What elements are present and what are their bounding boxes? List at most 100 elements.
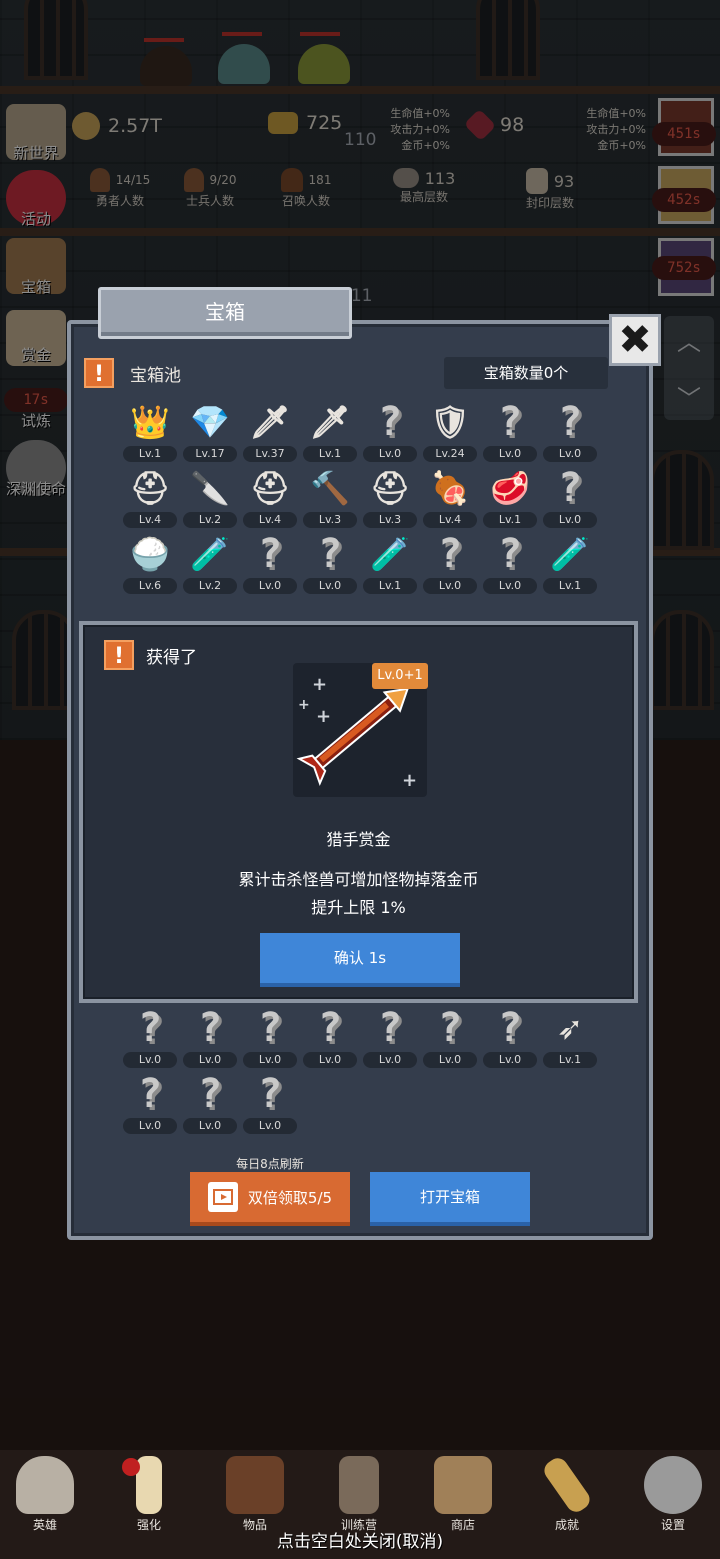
item-level: Lv.0 xyxy=(363,1052,417,1068)
item-level: Lv.0 xyxy=(123,1118,177,1134)
close-button[interactable]: ✖ xyxy=(609,314,661,366)
description-line: 累计击杀怪兽可增加怪物掉落金币 xyxy=(238,870,479,889)
pool-item-cell[interactable]: ? Lv.0 xyxy=(180,1006,240,1072)
unknown-icon: ? xyxy=(317,531,343,577)
item-level: Lv.1 xyxy=(123,446,177,462)
unknown-icon: ? xyxy=(197,1005,223,1051)
double-claim-button[interactable]: 双倍领取5/5 xyxy=(190,1172,350,1226)
item-level: Lv.0 xyxy=(543,446,597,462)
pool-item-cell[interactable]: ? Lv.0 xyxy=(360,400,420,466)
pool-item-cell[interactable]: ? Lv.0 xyxy=(300,532,360,598)
pool-item-cell[interactable]: 🍚 Lv.6 xyxy=(120,532,180,598)
sword-icon: 🗡 xyxy=(309,403,351,441)
confirm-button[interactable]: 确认 1s xyxy=(260,933,460,987)
diamond-icon: 💎 xyxy=(190,403,230,441)
pool-item-cell[interactable]: ? Lv.0 xyxy=(540,466,600,532)
pool-item-cell[interactable]: ? Lv.0 xyxy=(300,1006,360,1072)
item-level: Lv.0 xyxy=(123,1052,177,1068)
pool-item-cell[interactable]: ⛑ Lv.4 xyxy=(120,466,180,532)
item-level: Lv.0 xyxy=(483,578,537,594)
item-level: Lv.0 xyxy=(543,512,597,528)
lantern-icon xyxy=(339,1456,379,1514)
pool-item-cell[interactable]: 🗡 Lv.1 xyxy=(300,400,360,466)
nav-hero[interactable]: 英雄 xyxy=(0,1456,90,1533)
unknown-icon: ? xyxy=(557,465,583,511)
nav-settings[interactable]: 设置 xyxy=(628,1456,718,1533)
pool-item-cell[interactable]: 🔪 Lv.2 xyxy=(180,466,240,532)
item-level: Lv.1 xyxy=(543,1052,597,1068)
crown-icon: 👑 xyxy=(130,403,170,441)
chest-count: 宝箱数量0个 xyxy=(444,357,608,389)
pool-item-cell[interactable]: ? Lv.0 xyxy=(480,532,540,598)
pool-item-cell[interactable]: ? Lv.0 xyxy=(420,1006,480,1072)
panel-title: 宝箱 xyxy=(98,287,352,339)
item-level: Lv.0 xyxy=(243,1118,297,1134)
pool-item-cell[interactable]: 🥩 Lv.1 xyxy=(480,466,540,532)
pool-item-cell[interactable]: ? Lv.0 xyxy=(480,1006,540,1072)
pool-item-cell[interactable]: 🧪 Lv.2 xyxy=(180,532,240,598)
item-level: Lv.24 xyxy=(423,446,477,462)
play-icon xyxy=(212,1189,233,1205)
pool-item-cell[interactable]: ? Lv.0 xyxy=(420,532,480,598)
unknown-icon: ? xyxy=(377,399,403,445)
pool-item-cell[interactable]: ? Lv.0 xyxy=(480,400,540,466)
nav-items[interactable]: 物品 xyxy=(210,1456,300,1533)
unknown-icon: ? xyxy=(377,1005,403,1051)
pool-item-cell[interactable]: ? Lv.0 xyxy=(240,532,300,598)
pool-item-cell[interactable]: 👑 Lv.1 xyxy=(120,400,180,466)
yellow-potion-icon: 🧪 xyxy=(190,535,230,573)
nav-shop[interactable]: 商店 xyxy=(418,1456,508,1533)
beer-mug-icon xyxy=(434,1456,492,1514)
nav-achievement[interactable]: 成就 xyxy=(522,1454,612,1533)
pool-item-cell[interactable]: 💎 Lv.17 xyxy=(180,400,240,466)
item-level: Lv.1 xyxy=(363,578,417,594)
great-helm-icon: ⛑ xyxy=(369,469,411,507)
pool-item-cell[interactable]: ? Lv.0 xyxy=(240,1006,300,1072)
pool-item-cell[interactable]: ? Lv.0 xyxy=(120,1072,180,1138)
video-ad-icon xyxy=(207,1182,238,1212)
sparkle-icon: + xyxy=(316,706,332,727)
arrow-icon: ➶ xyxy=(556,1009,584,1047)
armor-icon: 🛡 xyxy=(429,403,471,441)
item-level: Lv.0 xyxy=(183,1118,237,1134)
description-line: 提升上限 1% xyxy=(311,898,406,917)
flour-sack-icon: 🍚 xyxy=(130,535,170,573)
unknown-icon: ? xyxy=(257,531,283,577)
item-level: Lv.0 xyxy=(423,1052,477,1068)
item-level: Lv.0 xyxy=(303,1052,357,1068)
pool-item-cell[interactable]: 🍖 Lv.4 xyxy=(420,466,480,532)
pool-item-cell[interactable]: 🛡 Lv.24 xyxy=(420,400,480,466)
item-level: Lv.0 xyxy=(483,446,537,462)
unknown-icon: ? xyxy=(257,1005,283,1051)
open-chest-button[interactable]: 打开宝箱 xyxy=(370,1172,530,1226)
unknown-icon: ? xyxy=(137,1005,163,1051)
item-level: Lv.4 xyxy=(423,512,477,528)
unknown-icon: ? xyxy=(257,1071,283,1117)
unknown-icon: ? xyxy=(497,399,523,445)
pool-item-cell[interactable]: ⛑ Lv.4 xyxy=(240,466,300,532)
close-hint[interactable]: 点击空白处关闭(取消) xyxy=(0,1527,720,1552)
pool-item-cell[interactable]: ? Lv.0 xyxy=(540,400,600,466)
sparkle-icon: + xyxy=(312,674,328,695)
pool-item-cell[interactable]: ➶ Lv.1 xyxy=(540,1006,600,1072)
nav-training[interactable]: 训练营 xyxy=(314,1456,404,1533)
nav-enhance[interactable]: 强化 xyxy=(104,1456,194,1533)
pool-item-cell[interactable]: 🧪 Lv.1 xyxy=(360,532,420,598)
item-level: Lv.3 xyxy=(303,512,357,528)
blue-potion-icon: 🧪 xyxy=(550,535,590,573)
pool-item-cell[interactable]: ? Lv.0 xyxy=(240,1072,300,1138)
reward-title: 获得了 xyxy=(146,647,197,668)
item-level: Lv.4 xyxy=(123,512,177,528)
pool-item-cell[interactable]: ? Lv.0 xyxy=(360,1006,420,1072)
pool-item-cell[interactable]: ? Lv.0 xyxy=(180,1072,240,1138)
hammer-icon: 🔨 xyxy=(310,469,350,507)
pool-item-cell[interactable]: ⛑ Lv.3 xyxy=(360,466,420,532)
item-level: Lv.1 xyxy=(303,446,357,462)
pool-item-cell[interactable]: 🧪 Lv.1 xyxy=(540,532,600,598)
pool-item-cell[interactable]: 🗡 Lv.37 xyxy=(240,400,300,466)
pool-item-cell[interactable]: ? Lv.0 xyxy=(120,1006,180,1072)
item-level: Lv.0 xyxy=(243,1052,297,1068)
item-level: Lv.1 xyxy=(483,512,537,528)
unknown-icon: ? xyxy=(317,1005,343,1051)
pool-item-cell[interactable]: 🔨 Lv.3 xyxy=(300,466,360,532)
